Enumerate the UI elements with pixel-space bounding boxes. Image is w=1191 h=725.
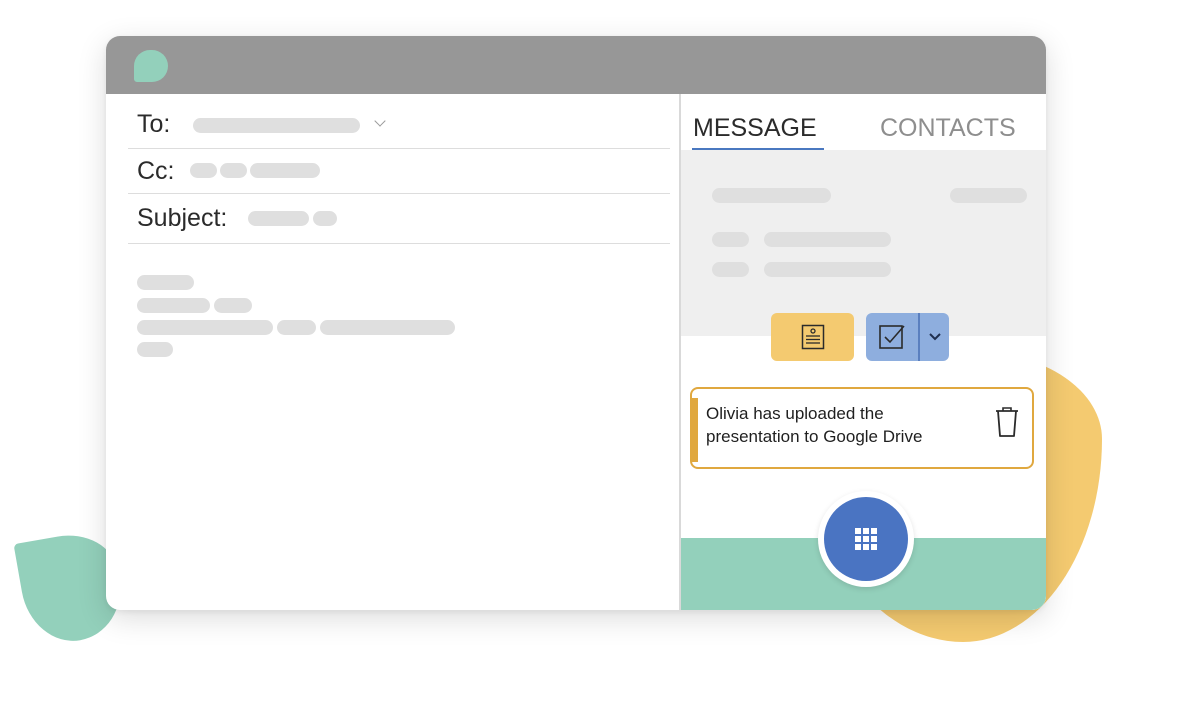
to-recipient-placeholder <box>193 118 360 133</box>
tab-message[interactable]: MESSAGE <box>693 114 817 143</box>
task-split-button <box>866 313 949 361</box>
to-dropdown-chevron-icon[interactable] <box>374 115 386 127</box>
preview-date-placeholder <box>950 188 1027 203</box>
stage: To: Cc: Subject: MESSAGE CONTACTS Olivia… <box>0 0 1191 725</box>
tab-contacts[interactable]: CONTACTS <box>880 114 1016 143</box>
preview-text-placeholder <box>764 232 891 247</box>
side-panel: MESSAGE CONTACTS Olivia has uploaded the… <box>681 94 1046 610</box>
preview-text-placeholder <box>712 232 749 247</box>
compose-pane: To: Cc: Subject: <box>106 94 680 610</box>
body-text-placeholder <box>320 320 455 335</box>
body-text-placeholder <box>214 298 252 313</box>
subject-field-row[interactable]: Subject: <box>128 194 670 244</box>
cc-recipient-placeholder <box>190 163 217 178</box>
cc-label: Cc: <box>137 157 175 185</box>
to-label: To: <box>137 109 171 138</box>
to-field-row[interactable]: To: <box>128 100 670 149</box>
message-body[interactable] <box>128 254 670 594</box>
preview-text-placeholder <box>712 188 831 203</box>
titlebar <box>106 36 1046 94</box>
cc-recipient-placeholder <box>220 163 247 178</box>
body-text-placeholder <box>137 275 194 290</box>
apps-button-inner <box>824 497 908 581</box>
task-button[interactable] <box>866 313 918 361</box>
subject-label: Subject: <box>137 204 228 232</box>
cc-recipient-placeholder <box>250 163 320 178</box>
body-text-placeholder <box>137 320 273 335</box>
notes-button[interactable] <box>771 313 854 361</box>
cc-field-row[interactable]: Cc: <box>128 150 670 194</box>
subject-text-placeholder <box>313 211 337 226</box>
body-text-placeholder <box>277 320 316 335</box>
message-preview <box>681 150 1046 336</box>
body-text-placeholder <box>137 298 210 313</box>
trash-icon[interactable] <box>992 405 1022 439</box>
preview-text-placeholder <box>764 262 891 277</box>
apps-grid-icon <box>855 528 877 550</box>
app-logo-icon <box>134 50 168 82</box>
notification-accent <box>692 398 698 462</box>
task-dropdown-button[interactable] <box>920 313 949 361</box>
notification-card[interactable]: Olivia has uploaded the presentation to … <box>690 387 1034 469</box>
app-window: To: Cc: Subject: MESSAGE CONTACTS Olivia… <box>106 36 1046 610</box>
checkbox-icon <box>879 325 905 349</box>
body-text-placeholder <box>137 342 173 357</box>
document-icon <box>801 324 824 350</box>
chevron-down-icon <box>928 333 941 341</box>
subject-text-placeholder <box>248 211 309 226</box>
preview-text-placeholder <box>712 262 749 277</box>
notification-text: Olivia has uploaded the presentation to … <box>706 404 923 446</box>
apps-button[interactable] <box>818 491 914 587</box>
